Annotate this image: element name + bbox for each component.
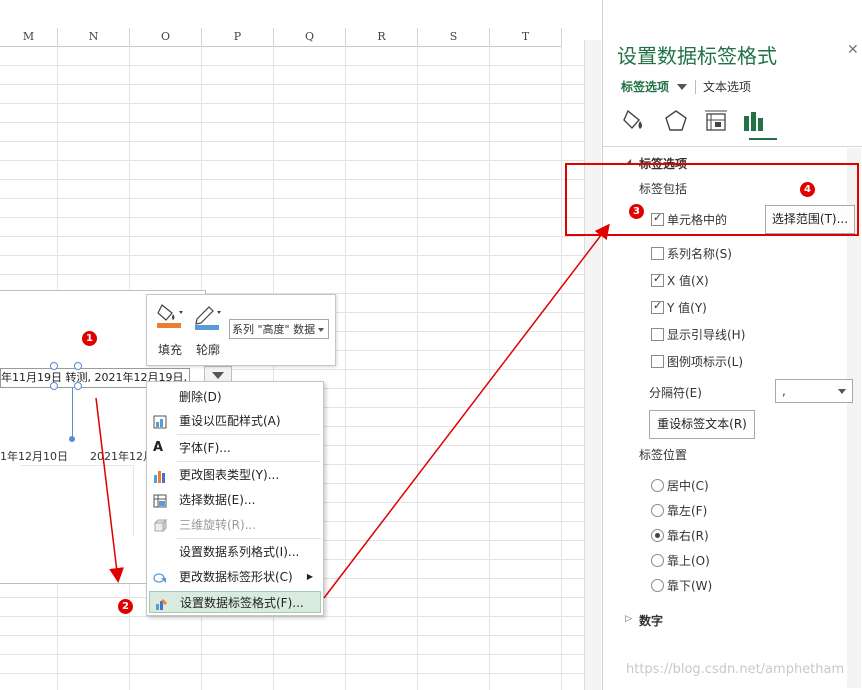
annotation-badge: 2 <box>118 599 133 614</box>
annotation-arrow <box>95 397 125 583</box>
annotation-badge: 1 <box>82 331 97 346</box>
annotation-badge: 4 <box>800 182 815 197</box>
annotation-arrow <box>323 223 610 599</box>
annotation-badge: 3 <box>629 204 644 219</box>
annotation-arrows <box>95 223 610 599</box>
watermark: https://blog.csdn.net/amphetham <box>626 662 845 677</box>
